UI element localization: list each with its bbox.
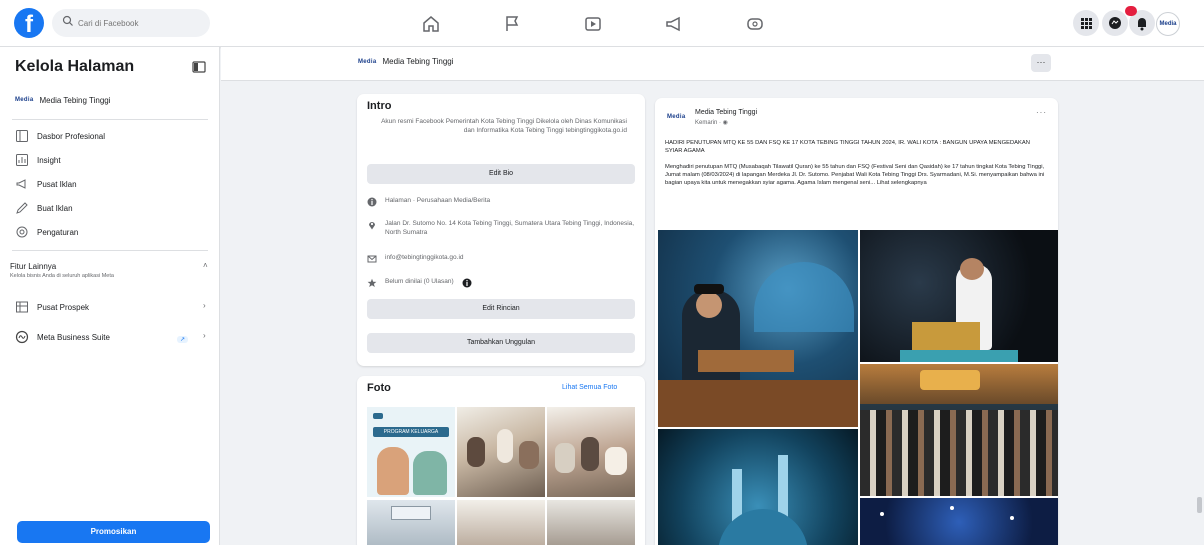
photo-thumbnail[interactable]: [367, 500, 455, 545]
sidebar-page-selector[interactable]: Media Media Tebing Tinggi: [15, 93, 111, 107]
post-photo[interactable]: [860, 230, 1058, 362]
post-body-text: Menghadiri penutupan MTQ (Musabaqah Tila…: [665, 164, 1045, 186]
edit-bio-button[interactable]: Edit Bio: [367, 164, 635, 184]
facebook-logo-icon[interactable]: f: [14, 8, 44, 38]
chevron-right-icon: ›: [203, 301, 206, 310]
photos-title: Foto: [367, 382, 391, 394]
sidebar-item-dasbor-profesional[interactable]: Dasbor Profesional: [15, 127, 105, 145]
insight-icon: [16, 154, 28, 166]
sidebar-item-pusat-prospek[interactable]: Pusat Prospek: [15, 298, 89, 316]
photo-thumbnail[interactable]: [457, 407, 545, 497]
notification-badge: [1125, 6, 1137, 16]
page-name: Media Tebing Tinggi: [382, 57, 454, 66]
photo-thumbnail[interactable]: [547, 500, 635, 545]
photos-card: Foto Lihat Semua Foto PROGRAM KELUARGA: [357, 376, 645, 545]
category-row: Halaman · Perusahaan Media/Berita: [367, 197, 635, 207]
gaming-icon[interactable]: [742, 11, 768, 37]
chevron-up-icon[interactable]: ˄: [203, 261, 208, 270]
photo-thumbnail[interactable]: PROGRAM KELUARGA: [367, 407, 455, 497]
page-scrollbar[interactable]: [1197, 497, 1202, 513]
more-features-title: Fitur Lainnya: [10, 262, 57, 271]
sidebar-title: Kelola Halaman: [15, 58, 135, 75]
more-features-subtitle: Kelola bisnis Anda di seluruh aplikasi M…: [10, 273, 114, 279]
meta-icon: [15, 330, 29, 344]
search-input[interactable]: [78, 13, 202, 33]
gear-icon: [16, 226, 28, 238]
email-row[interactable]: info@tebingtinggikota.go.id: [367, 254, 635, 264]
page-brand-logo: Media: [15, 97, 34, 103]
pencil-icon: [16, 202, 28, 214]
location-pin-icon: [369, 222, 375, 230]
top-navigation-bar: f Media: [0, 0, 1204, 47]
more-options-button[interactable]: ⋯: [1031, 54, 1051, 72]
megaphone-icon: [16, 179, 26, 189]
home-icon[interactable]: [418, 11, 444, 37]
divider: [12, 119, 208, 120]
mail-icon: [367, 255, 377, 263]
sidebar-item-insight[interactable]: Insight: [15, 151, 61, 169]
chevron-right-icon: ›: [203, 331, 206, 340]
dashboard-icon: [16, 130, 28, 142]
sidebar-item-meta-business-suite[interactable]: Meta Business Suite: [15, 328, 110, 346]
sidebar-item-buat-iklan[interactable]: Buat Iklan: [15, 199, 73, 217]
star-icon: [367, 278, 377, 287]
post-headline: HADIRI PENUTUPAN MTQ KE 55 DAN FSQ KE 17…: [665, 140, 1030, 154]
megaphone-icon[interactable]: [661, 11, 687, 37]
post-card: Media Media Tebing Tinggi Kemarin · ◉ ··…: [655, 98, 1058, 545]
sidebar-item-label: Insight: [37, 155, 61, 165]
post-author-name[interactable]: Media Tebing Tinggi: [695, 109, 757, 116]
sidebar-item-label: Pusat Iklan: [37, 179, 77, 189]
divider: [12, 250, 208, 251]
thumbnail-caption: PROGRAM KELUARGA: [373, 427, 449, 437]
category-text: Halaman · Perusahaan Media/Berita: [385, 197, 491, 204]
page-header-bar: Media Media Tebing Tinggi ⋯: [221, 47, 1204, 81]
address-text: Jalan Dr. Sutomo No. 14 Kota Tebing Ting…: [385, 220, 635, 236]
post-photo[interactable]: [658, 230, 858, 427]
photo-thumbnail[interactable]: [547, 407, 635, 497]
rating-row: Belum dinilai (0 Ulasan): [367, 278, 635, 288]
external-link-badge: ↗: [177, 336, 189, 343]
post-options-button[interactable]: ···: [1036, 108, 1047, 117]
intro-card: Intro Akun resmi Facebook Pemerintah Kot…: [357, 94, 645, 366]
avatar[interactable]: Media: [1156, 12, 1180, 36]
manage-page-sidebar: Kelola Halaman Media Media Tebing Tinggi…: [0, 47, 220, 545]
rating-text: Belum dinilai (0 Ulasan): [385, 278, 454, 285]
intro-title: Intro: [367, 100, 392, 112]
sidebar-item-pusat-iklan[interactable]: Pusat Iklan: [15, 175, 77, 193]
info-icon: [367, 197, 377, 207]
add-featured-button[interactable]: Tambahkan Unggulan: [367, 333, 635, 353]
post-author-avatar[interactable]: Media: [667, 114, 686, 120]
collapse-sidebar-icon[interactable]: [192, 60, 206, 74]
sidebar-item-pengaturan[interactable]: Pengaturan: [15, 223, 78, 241]
page-brand-logo: Media: [358, 58, 377, 65]
edit-details-button[interactable]: Edit Rincian: [367, 299, 635, 319]
sidebar-item-label: Pusat Prospek: [37, 302, 90, 312]
info-circle-icon[interactable]: [462, 278, 472, 288]
post-timestamp[interactable]: Kemarin · ◉: [695, 119, 728, 126]
messenger-icon[interactable]: [1102, 10, 1128, 36]
flag-icon[interactable]: [499, 11, 525, 37]
sidebar-item-label: Meta Business Suite: [37, 332, 110, 342]
sidebar-item-label: Dasbor Profesional: [37, 131, 106, 141]
sidebar-item-label: Buat Iklan: [37, 203, 73, 213]
see-all-photos-link[interactable]: Lihat Semua Foto: [562, 384, 617, 391]
post-photo[interactable]: [860, 498, 1058, 545]
photo-thumbnail[interactable]: [457, 500, 545, 545]
sidebar-item-label: Pengaturan: [37, 227, 79, 237]
promote-button[interactable]: Promosikan: [17, 521, 210, 543]
email-text: info@tebingtinggikota.go.id: [385, 254, 464, 261]
post-photo[interactable]: [658, 429, 858, 545]
intro-bio: Akun resmi Facebook Pemerintah Kota Tebi…: [381, 118, 627, 134]
prospect-icon: [16, 301, 28, 313]
sidebar-page-name: Media Tebing Tinggi: [39, 95, 111, 105]
post-photo[interactable]: [860, 364, 1058, 496]
search-box[interactable]: [52, 9, 210, 37]
video-icon[interactable]: [580, 11, 606, 37]
page-switcher[interactable]: Media Media Tebing Tinggi: [358, 57, 454, 66]
menu-grid-icon[interactable]: [1073, 10, 1099, 36]
search-icon: [62, 15, 73, 26]
address-row: Jalan Dr. Sutomo No. 14 Kota Tebing Ting…: [367, 220, 635, 237]
